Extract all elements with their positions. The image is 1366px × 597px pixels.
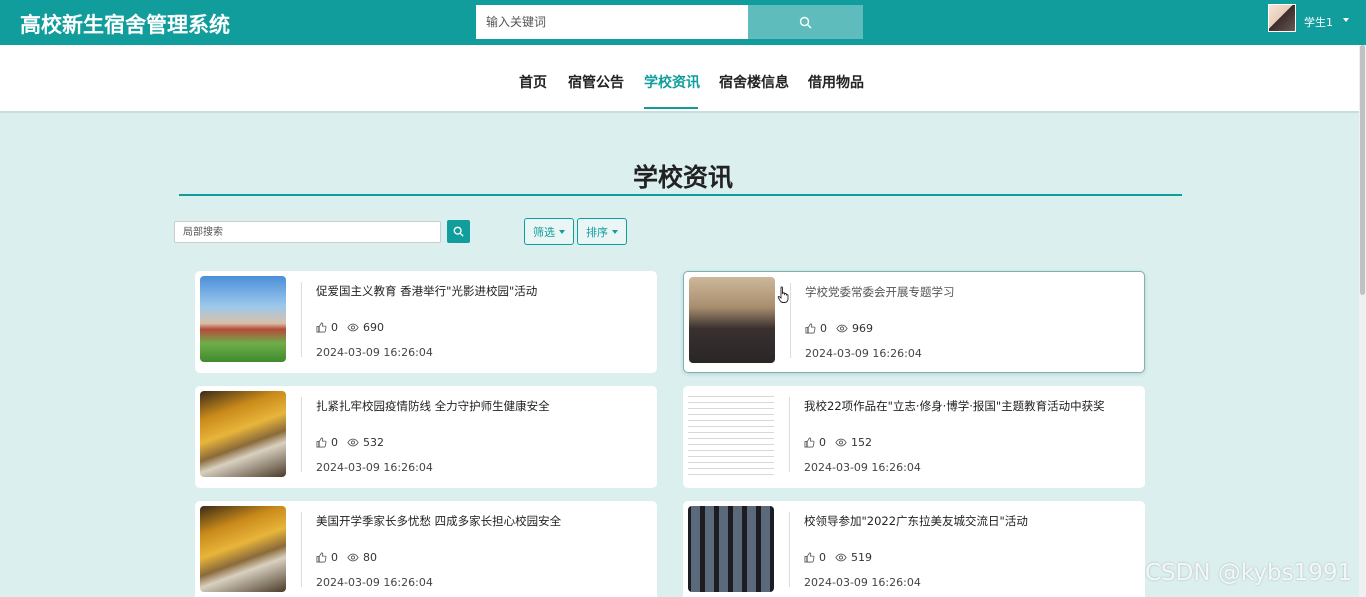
card-divider (790, 283, 791, 358)
news-thumbnail (200, 391, 286, 477)
chevron-down-icon (612, 229, 618, 234)
news-date: 2024-03-09 16:26:04 (805, 347, 922, 360)
app-title: 高校新生宿舍管理系统 (20, 13, 230, 37)
sort-label: 排序 (586, 225, 608, 239)
filter-label: 筛选 (533, 225, 555, 239)
news-card[interactable]: 我校22项作品在"立志·修身·博学·报国"主题教育活动中获奖 0 152 202… (683, 386, 1145, 488)
news-card[interactable]: 促爱国主义教育 香港举行"光影进校园"活动 0 690 2024-03-09 1… (195, 271, 657, 373)
search-icon (799, 16, 812, 28)
news-title[interactable]: 美国开学季家长多忧愁 四成多家长担心校园安全 (316, 513, 561, 529)
local-search-input[interactable] (174, 221, 441, 243)
page-title: 学校资讯 (632, 163, 733, 192)
news-thumbnail (689, 277, 775, 363)
news-title[interactable]: 扎紧扎牢校园疫情防线 全力守护师生健康安全 (316, 398, 550, 414)
nav-item-dorm-building[interactable]: 宿舍楼信息 (719, 72, 789, 92)
news-card[interactable]: 扎紧扎牢校园疫情防线 全力守护师生健康安全 0 532 2024-03-09 1… (195, 386, 657, 488)
news-thumbnail (200, 506, 286, 592)
news-date: 2024-03-09 16:26:04 (804, 461, 921, 474)
thumbs-up-icon (316, 552, 327, 563)
search-input[interactable] (476, 5, 748, 39)
likes-count: 0 (804, 436, 826, 449)
news-date: 2024-03-09 16:26:04 (316, 346, 433, 359)
likes-count: 0 (316, 551, 338, 564)
news-title[interactable]: 校领导参加"2022广东拉美友城交流日"活动 (804, 513, 1028, 529)
likes-count: 0 (804, 551, 826, 564)
likes-count: 0 (316, 436, 338, 449)
thumbs-up-icon (804, 437, 815, 448)
news-title[interactable]: 促爱国主义教育 香港举行"光影进校园"活动 (316, 283, 537, 299)
news-date: 2024-03-09 16:26:04 (316, 576, 433, 589)
card-divider (301, 397, 302, 472)
eye-icon (347, 323, 359, 332)
card-divider (301, 282, 302, 357)
news-date: 2024-03-09 16:26:04 (804, 576, 921, 589)
eye-icon (347, 553, 359, 562)
news-title[interactable]: 我校22项作品在"立志·修身·博学·报国"主题教育活动中获奖 (804, 398, 1105, 414)
views-count: 152 (835, 436, 872, 449)
nav-item-home[interactable]: 首页 (519, 72, 547, 92)
user-avatar[interactable] (1268, 4, 1296, 32)
heading-divider (179, 194, 1182, 196)
thumbs-up-icon (805, 323, 816, 334)
main-nav: 首页 宿管公告 学校资讯 宿舍楼信息 借用物品 (0, 45, 1366, 113)
sort-dropdown-button[interactable]: 排序 (577, 218, 627, 245)
search-icon (453, 226, 464, 237)
news-title[interactable]: 学校党委常委会开展专题学习 (805, 284, 955, 300)
news-card[interactable]: 美国开学季家长多忧愁 四成多家长担心校园安全 0 80 2024-03-09 1… (195, 501, 657, 597)
eye-icon (835, 438, 847, 447)
eye-icon (835, 553, 847, 562)
username[interactable]: 学生1 (1304, 14, 1333, 30)
active-nav-indicator (644, 107, 698, 109)
local-search-button[interactable] (447, 220, 470, 243)
likes-count: 0 (805, 322, 827, 335)
card-divider (789, 512, 790, 587)
news-card[interactable]: 校领导参加"2022广东拉美友城交流日"活动 0 519 2024-03-09 … (683, 501, 1145, 597)
hand-cursor-icon (777, 286, 789, 303)
nav-item-school-news[interactable]: 学校资讯 (644, 72, 700, 92)
likes-count: 0 (316, 321, 338, 334)
nav-item-dorm-notice[interactable]: 宿管公告 (568, 72, 624, 92)
views-count: 519 (835, 551, 872, 564)
nav-item-borrow-items[interactable]: 借用物品 (808, 72, 864, 92)
views-count: 532 (347, 436, 384, 449)
thumbs-up-icon (804, 552, 815, 563)
watermark: CSDN @kybs1991 (1145, 560, 1353, 586)
views-count: 80 (347, 551, 377, 564)
chevron-down-icon (559, 229, 565, 234)
views-count: 969 (836, 322, 873, 335)
news-thumbnail (200, 276, 286, 362)
views-count: 690 (347, 321, 384, 334)
news-thumbnail (688, 391, 774, 477)
top-bar: 高校新生宿舍管理系统 学生1 (0, 0, 1366, 45)
eye-icon (836, 324, 848, 333)
news-card[interactable]: 学校党委常委会开展专题学习 0 969 2024-03-09 16:26:04 (683, 271, 1145, 373)
filter-dropdown-button[interactable]: 筛选 (524, 218, 574, 245)
search-button[interactable] (748, 5, 863, 39)
news-date: 2024-03-09 16:26:04 (316, 461, 433, 474)
thumbs-up-icon (316, 322, 327, 333)
card-divider (789, 397, 790, 472)
chevron-down-icon[interactable] (1343, 18, 1349, 22)
thumbs-up-icon (316, 437, 327, 448)
card-divider (301, 512, 302, 587)
eye-icon (347, 438, 359, 447)
news-thumbnail (688, 506, 774, 592)
